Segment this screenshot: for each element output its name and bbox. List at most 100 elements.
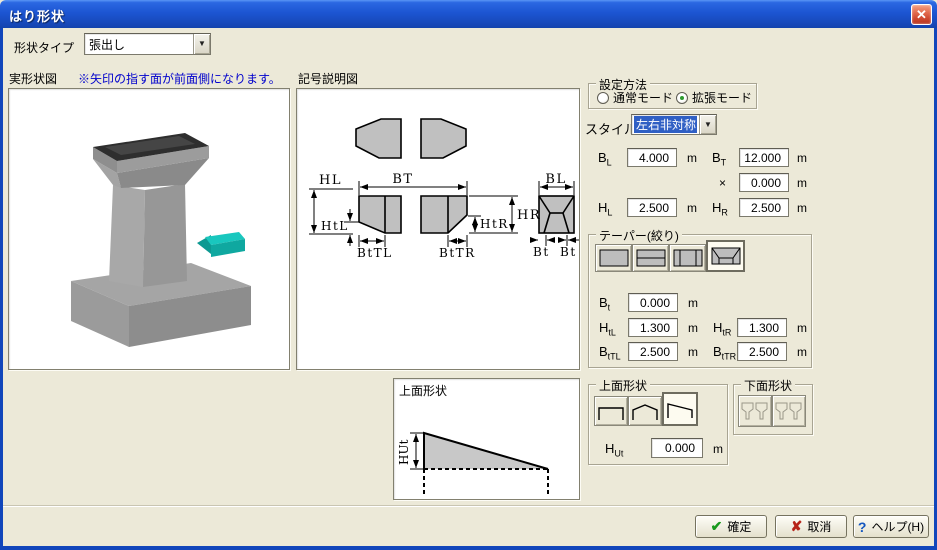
input-BtTL[interactable] bbox=[628, 342, 678, 361]
setting-method-group: 設定方法 通常モード 拡張モード bbox=[588, 76, 757, 109]
top-shape-label: 上面形状 bbox=[596, 377, 651, 394]
symbol-diagram-panel: HL BT BL HtL BtTL HtR BtTR HR Bt Bt bbox=[296, 88, 581, 370]
field-label-HUt: HUt bbox=[605, 441, 624, 459]
radio-icon[interactable] bbox=[597, 91, 609, 104]
taper-horizontal-icon bbox=[636, 249, 665, 267]
bottom-shape-icon-2 bbox=[775, 402, 802, 420]
field-label-HL: HL bbox=[598, 200, 613, 218]
question-icon: ? bbox=[857, 518, 867, 535]
top-shape-flat-icon bbox=[598, 407, 624, 420]
input-BL[interactable] bbox=[627, 148, 677, 167]
real-view-label: 実形状図 bbox=[9, 72, 58, 86]
chevron-down-icon[interactable]: ▼ bbox=[193, 34, 210, 54]
svg-text:BtTL: BtTL bbox=[357, 246, 393, 260]
unit-BT: m bbox=[797, 151, 807, 165]
shape-type-value: 張出し bbox=[89, 37, 126, 52]
svg-text:Bt: Bt bbox=[533, 245, 550, 259]
button-bar-divider bbox=[3, 505, 934, 507]
check-icon: ✔ bbox=[710, 518, 723, 534]
field-label-BtTL: BtTL bbox=[599, 344, 621, 362]
window-frame-left bbox=[0, 28, 3, 550]
unit-HtR: m bbox=[797, 321, 807, 335]
input-HL[interactable] bbox=[627, 198, 677, 217]
top-shape-peak-icon bbox=[632, 404, 658, 420]
real-view-note: ※矢印の指す面が前面側になります。 bbox=[78, 72, 281, 86]
style-label: スタイル bbox=[585, 122, 638, 137]
plan-shape-panel: 上面形状 HUt bbox=[393, 378, 580, 500]
field-label-Bt: Bt bbox=[599, 295, 611, 313]
bottom-shape-label: 下面形状 bbox=[741, 377, 796, 394]
radio-normal-mode[interactable]: 通常モード bbox=[597, 89, 673, 106]
unit-HtL: m bbox=[688, 321, 698, 335]
real-view-3d-panel bbox=[8, 88, 290, 370]
style-dropdown[interactable]: 左右非対称 ▼ bbox=[631, 114, 717, 135]
cancel-button[interactable]: ✘ 取消 bbox=[775, 515, 847, 538]
input-HR[interactable] bbox=[739, 198, 789, 217]
front-face-arrow-icon bbox=[197, 232, 245, 257]
taper-both-icon bbox=[711, 247, 740, 265]
symbol-diagram: HL BT BL HtL BtTL HtR BtTR HR Bt Bt bbox=[309, 118, 581, 260]
titlebar[interactable]: はり形状 ✕ bbox=[0, 0, 937, 28]
field-label-BtTR: BtTR bbox=[713, 344, 737, 362]
cross-icon: ✘ bbox=[790, 518, 803, 534]
shape-type-dropdown[interactable]: 張出し ▼ bbox=[84, 33, 211, 55]
top-shape-slope-button[interactable] bbox=[662, 392, 698, 426]
field-label-BL: BL bbox=[598, 150, 612, 168]
plan-shape-label: 上面形状 bbox=[399, 384, 448, 398]
top-shape-flat-button[interactable] bbox=[594, 396, 628, 426]
input-HUt[interactable] bbox=[651, 438, 703, 458]
symbol-view-label: 記号説明図 bbox=[298, 72, 359, 86]
svg-text:HtR: HtR bbox=[480, 217, 509, 231]
unit-BtTR: m bbox=[797, 345, 807, 359]
svg-text:HtL: HtL bbox=[321, 219, 349, 233]
taper-none-button[interactable] bbox=[595, 244, 632, 272]
radio-extended-mode[interactable]: 拡張モード bbox=[676, 89, 752, 106]
shape-type-label: 形状タイプ bbox=[14, 41, 75, 55]
help-button[interactable]: ? ヘルプ(H) bbox=[853, 515, 929, 538]
style-value: 左右非対称 bbox=[634, 116, 697, 133]
top-shape-slope-icon bbox=[667, 403, 693, 418]
unit-x: m bbox=[797, 176, 807, 190]
field-label-BT: BT bbox=[712, 150, 727, 168]
bottom-shape-button-1 bbox=[738, 395, 772, 427]
taper-vertical-button[interactable] bbox=[669, 244, 706, 272]
taper-group: テーパー(絞り) Bt m HtL m HtR m BtTL m BtTR m bbox=[588, 227, 812, 368]
bottom-shape-button-2 bbox=[772, 395, 806, 427]
window-frame-bottom bbox=[0, 546, 937, 550]
input-HtR[interactable] bbox=[737, 318, 787, 337]
unit-HR: m bbox=[797, 201, 807, 215]
beam-shape-dialog: はり形状 ✕ 形状タイプ 張出し ▼ 実形状図 ※矢印の指す面が前面側になります… bbox=[0, 0, 937, 550]
chevron-down-icon[interactable]: ▼ bbox=[699, 115, 716, 134]
input-Bt[interactable] bbox=[628, 293, 678, 312]
taper-group-label: テーパー(絞り) bbox=[596, 227, 682, 244]
unit-HUt: m bbox=[713, 442, 723, 456]
close-icon[interactable]: ✕ bbox=[911, 4, 932, 25]
unit-HL: m bbox=[687, 201, 697, 215]
window-title: はり形状 bbox=[9, 9, 66, 24]
svg-text:HL: HL bbox=[319, 173, 342, 188]
svg-text:BL: BL bbox=[545, 172, 566, 187]
taper-both-button[interactable] bbox=[706, 240, 745, 272]
svg-text:HR: HR bbox=[517, 208, 541, 223]
input-x[interactable] bbox=[739, 173, 789, 192]
confirm-button[interactable]: ✔ 確定 bbox=[695, 515, 767, 538]
field-label-HR: HR bbox=[712, 200, 728, 218]
field-label-HtL: HtL bbox=[599, 320, 616, 338]
unit-Bt: m bbox=[688, 296, 698, 310]
bottom-shape-icon-1 bbox=[741, 402, 768, 420]
input-HtL[interactable] bbox=[628, 318, 678, 337]
svg-text:Bt: Bt bbox=[560, 245, 577, 259]
top-shape-group: 上面形状 HUt m bbox=[588, 377, 728, 465]
taper-horizontal-button[interactable] bbox=[632, 244, 669, 272]
svg-text:BtTR: BtTR bbox=[439, 246, 476, 260]
radio-selected-icon[interactable] bbox=[676, 91, 688, 104]
unit-BL: m bbox=[687, 151, 697, 165]
svg-text:HUt: HUt bbox=[397, 439, 411, 465]
field-label-x: × bbox=[719, 176, 727, 190]
svg-text:BT: BT bbox=[392, 172, 413, 187]
pier-3d-drawing bbox=[71, 133, 251, 347]
top-shape-peak-button[interactable] bbox=[628, 396, 662, 426]
input-BT[interactable] bbox=[739, 148, 789, 167]
input-BtTR[interactable] bbox=[737, 342, 787, 361]
field-label-HtR: HtR bbox=[713, 320, 732, 338]
